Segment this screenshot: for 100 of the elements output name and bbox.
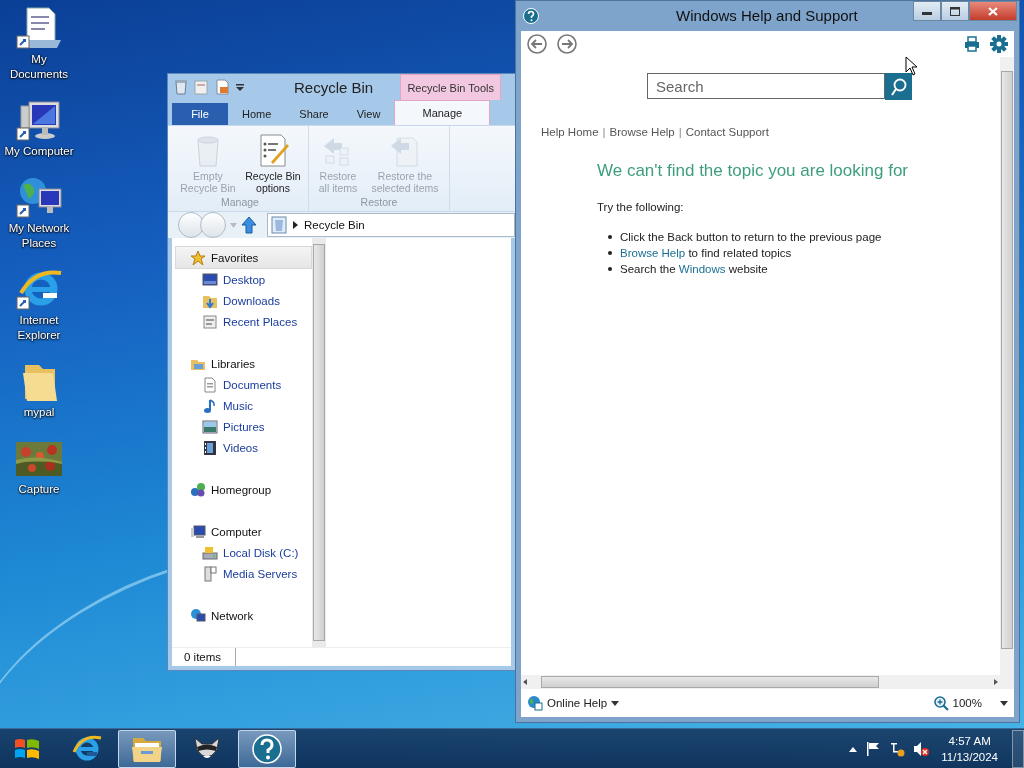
caret-icon [293, 221, 298, 229]
computer-icon [190, 523, 206, 540]
window-title: Windows Help and Support [676, 7, 858, 24]
circles-icon [190, 481, 206, 498]
close-button[interactable] [969, 1, 1017, 21]
nav-item[interactable]: Local Disk (C:) [172, 542, 312, 563]
nav-item[interactable]: Documents [172, 374, 312, 395]
show-desktop-button[interactable] [1012, 730, 1024, 768]
image-icon [202, 418, 218, 435]
folder-icon [131, 735, 163, 763]
nav-item[interactable]: Videos [172, 437, 312, 458]
star-icon [190, 249, 206, 266]
link[interactable]: Windows [678, 263, 726, 275]
nav-item[interactable]: Libraries [172, 353, 312, 374]
ribbon-tab[interactable]: Home [228, 103, 286, 125]
page-heading: We can't find the topic you are looking for [597, 161, 909, 181]
browser-icon[interactable] [15, 267, 63, 313]
minimize-button[interactable] [913, 1, 941, 21]
new-folder-icon[interactable] [214, 79, 230, 95]
online-help-button[interactable]: Online Help [527, 695, 620, 711]
muted-speaker-icon[interactable] [913, 741, 930, 757]
scroll-right-icon[interactable] [994, 679, 998, 685]
taskbar-button[interactable] [118, 730, 176, 768]
link[interactable]: Browse Help [620, 247, 686, 259]
print-icon[interactable] [964, 36, 980, 52]
nav-item[interactable]: Music [172, 395, 312, 416]
icon-label: My Network Places [7, 221, 71, 251]
cursor-icon [905, 56, 918, 76]
nav-item[interactable]: Pictures [172, 416, 312, 437]
scrollbar[interactable] [312, 238, 326, 647]
nav-item[interactable]: Network [172, 605, 312, 626]
flag-icon[interactable] [865, 741, 882, 757]
ribbon-button[interactable]: Recycle Bin options [242, 130, 304, 196]
help-icon[interactable] [523, 8, 539, 24]
ribbon-tab[interactable]: View [342, 103, 395, 125]
close-icon [988, 6, 998, 16]
context-tab-label: Recycle Bin Tools [400, 74, 501, 100]
nav-item[interactable]: Downloads [172, 290, 312, 311]
clock-date: 11/13/2024 [941, 750, 998, 765]
taskbar-button[interactable] [238, 730, 296, 768]
icon-label: My Computer [4, 144, 74, 159]
scrollbar[interactable] [1000, 57, 1014, 689]
caret-icon[interactable] [1000, 700, 1008, 706]
back-icon[interactable] [527, 34, 547, 54]
ribbon-tab[interactable]: Manage [394, 100, 491, 125]
recycle-bin-icon[interactable] [174, 79, 188, 95]
dropdown-icon[interactable] [236, 83, 244, 91]
nav-item[interactable]: Recent Places [172, 311, 312, 332]
ribbon-tab[interactable]: Share [285, 103, 343, 125]
search-icon [890, 77, 907, 96]
nav-item[interactable]: Media Servers [172, 563, 312, 584]
nav-item[interactable]: Favorites [175, 246, 312, 269]
drive-icon [202, 544, 218, 561]
film-icon [202, 439, 218, 456]
address-text: Recycle Bin [304, 219, 365, 231]
file-tab[interactable]: File [172, 103, 228, 125]
globe-icon [527, 695, 543, 711]
suggestion-text: Click the Back button to return to the previous page [620, 231, 882, 243]
server-icon [202, 565, 218, 582]
computer-icon[interactable] [15, 98, 63, 144]
document-icon[interactable] [15, 6, 63, 52]
icon-label: Internet Explorer [16, 313, 62, 343]
bullet-icon [608, 267, 612, 271]
maximize-button[interactable] [941, 1, 969, 21]
document-icon [202, 376, 218, 393]
zoom-button[interactable]: 100% [933, 695, 982, 711]
window-icon [202, 313, 218, 330]
network-status-icon[interactable] [889, 741, 906, 757]
search-button[interactable] [885, 73, 912, 100]
scrollbar[interactable] [521, 675, 1000, 689]
recycle-bin-icon [271, 216, 287, 234]
window-title: Recycle Bin [294, 78, 374, 96]
suggestion-text: Search the Windows website [620, 263, 768, 275]
nav-link[interactable]: Browse Help [609, 126, 675, 138]
network-icon[interactable] [15, 175, 63, 221]
separator: | [678, 126, 682, 138]
windows-logo-icon [13, 736, 41, 762]
nav-item[interactable]: Homegroup [172, 479, 312, 500]
clock[interactable]: 4:57 AM 11/13/2024 [941, 733, 998, 765]
item-count: 0 items [184, 651, 222, 663]
clock-time: 4:57 AM [948, 734, 991, 749]
up-arrow-icon[interactable] [241, 216, 257, 234]
nav-link[interactable]: Contact Support [685, 126, 769, 138]
nav-link[interactable]: Help Home [541, 126, 599, 138]
icon-label: mypal [23, 405, 55, 420]
help-icon [251, 733, 283, 765]
nav-item[interactable]: Computer [172, 521, 312, 542]
address-bar[interactable]: Recycle Bin [267, 213, 515, 237]
intro-text: Try the following: [597, 201, 685, 213]
search-field[interactable]: Search [647, 73, 885, 99]
forward-icon[interactable] [557, 34, 577, 54]
bullet-icon [608, 251, 612, 255]
caret-icon [611, 700, 620, 706]
settings-icon[interactable] [990, 35, 1008, 53]
chevron-up-icon[interactable] [849, 746, 858, 752]
maximize-icon [950, 6, 960, 16]
icon-label: Capture [18, 482, 60, 497]
music-note-icon [202, 397, 218, 414]
scroll-left-icon[interactable] [523, 679, 527, 685]
nav-item[interactable]: Desktop [172, 269, 312, 290]
